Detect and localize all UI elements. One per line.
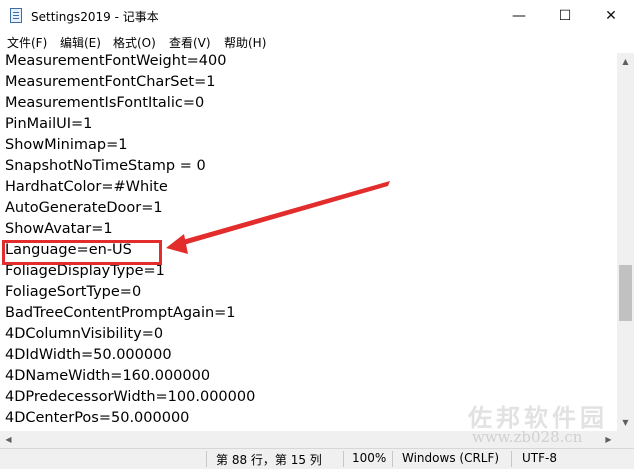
watermark-url: www.zb028.cn [472, 428, 583, 446]
watermark-logo: 佐邦软件园 www.zb028.cn [468, 398, 628, 456]
